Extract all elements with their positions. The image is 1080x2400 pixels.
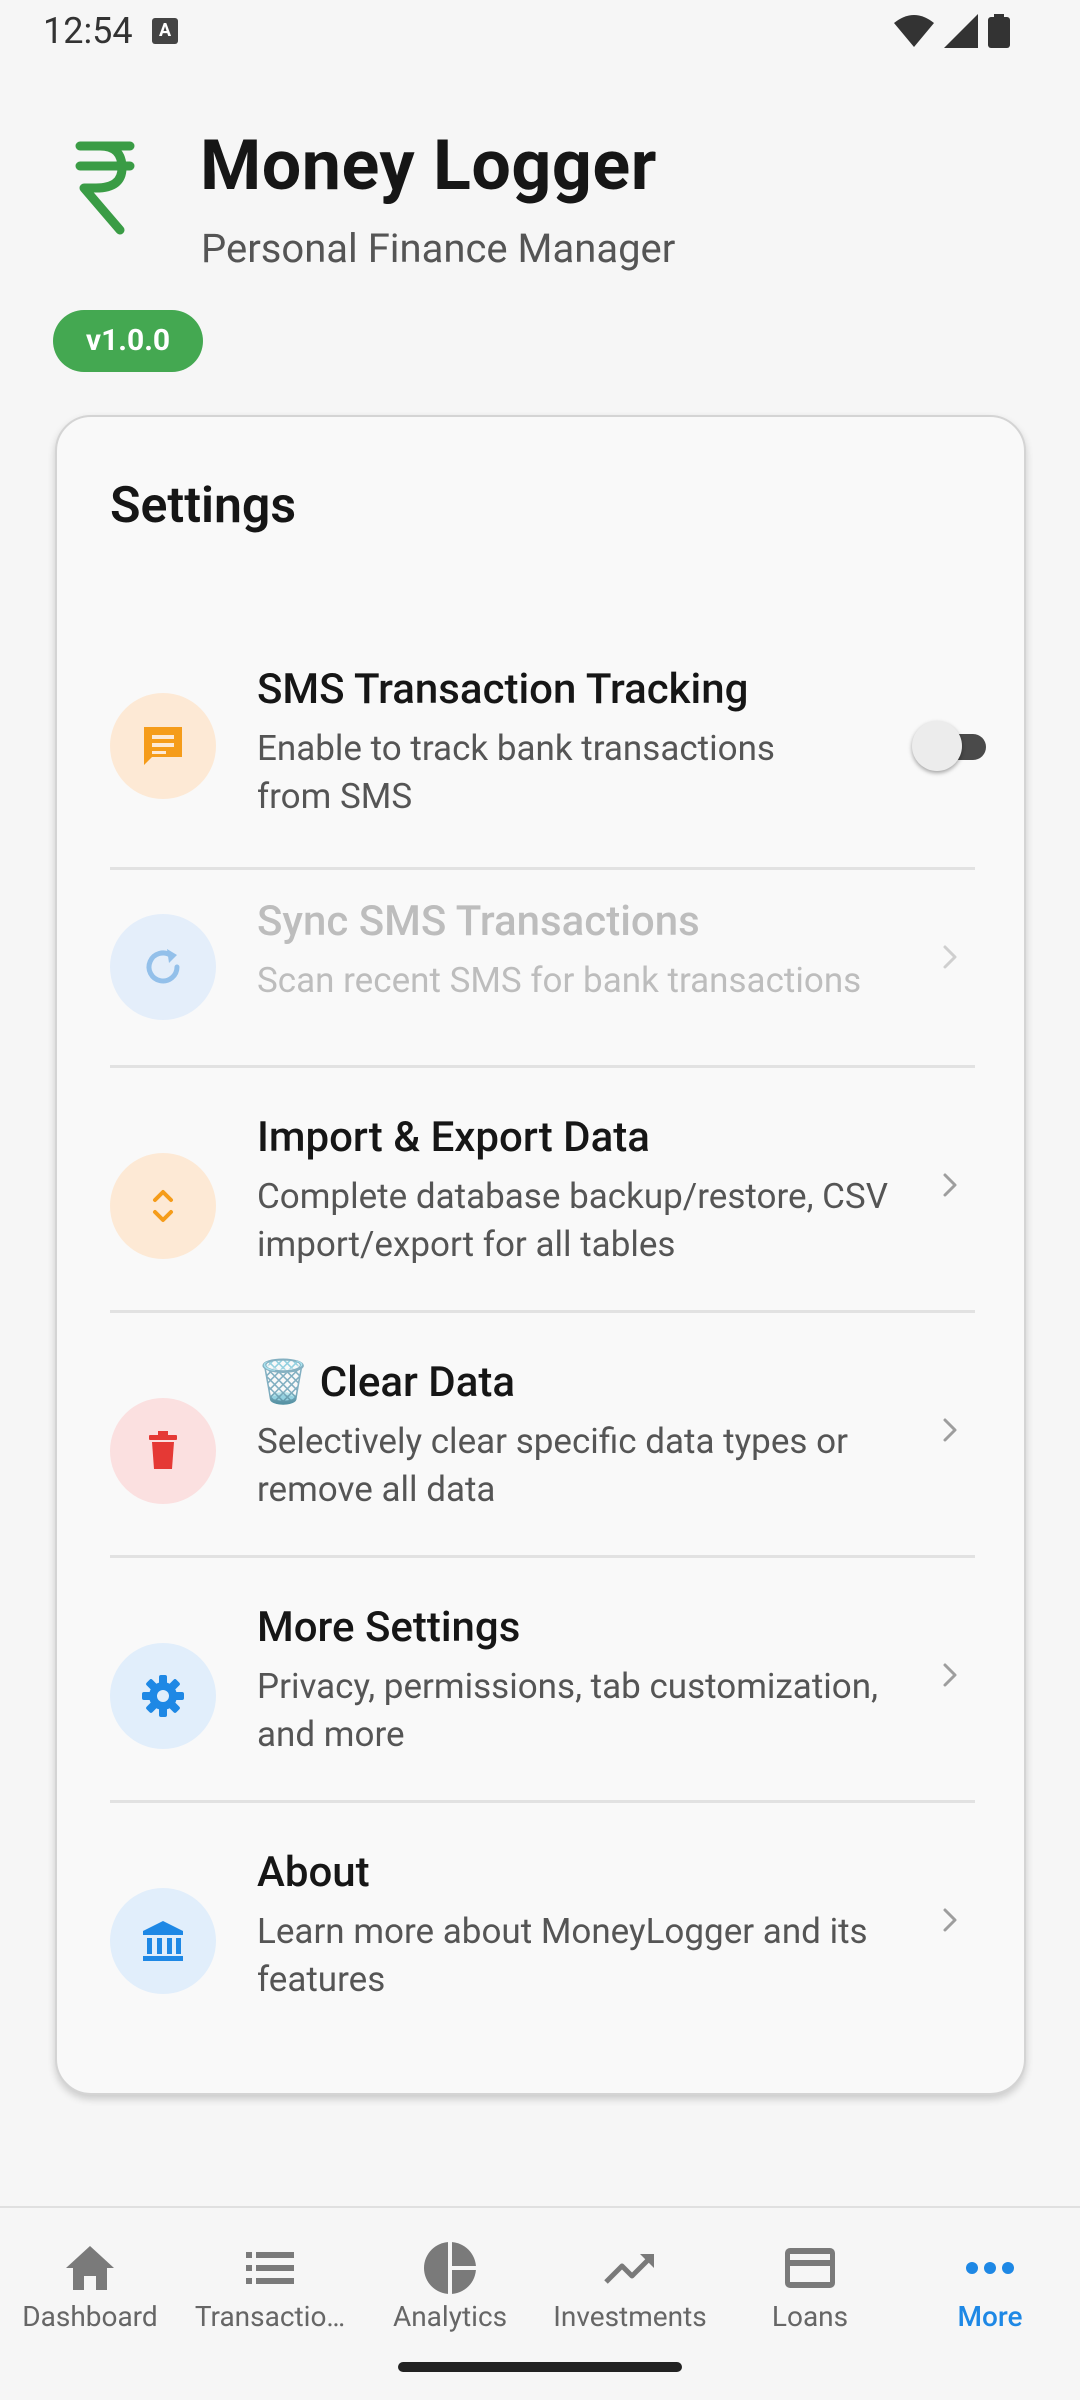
app-subtitle: Personal Finance Manager [201, 225, 676, 272]
import-export-row[interactable]: Import & Export Data Complete database b… [110, 1113, 975, 1273]
nav-label: Investments [553, 2300, 707, 2333]
battery-icon [988, 14, 1010, 48]
home-indicator[interactable] [398, 2362, 682, 2372]
settings-card: Settings SMS Transaction Tracking Enable… [55, 415, 1026, 2095]
about-desc: Learn more about MoneyLogger and its fea… [257, 1911, 868, 2000]
sync-sms-desc: Scan recent SMS for bank transactions [257, 960, 862, 1001]
chevron-right-icon [943, 1173, 957, 1197]
version-badge: v1.0.0 [53, 310, 203, 372]
nav-more[interactable]: More [900, 2208, 1080, 2358]
nav-label: Analytics [392, 2300, 508, 2333]
sms-tracking-desc: Enable to track bank transactions from S… [257, 728, 775, 817]
nav-label: More [957, 2300, 1023, 2333]
more-icon [966, 2262, 1014, 2274]
status-time: 12:54 [43, 10, 133, 52]
nav-dashboard[interactable]: Dashboard [0, 2208, 180, 2358]
divider [110, 1800, 975, 1803]
divider [110, 1310, 975, 1313]
nav-label: Loans [771, 2300, 849, 2333]
import-export-title: Import & Export Data [257, 1113, 650, 1162]
chevron-right-icon [943, 1418, 957, 1442]
sync-sms-title: Sync SMS Transactions [257, 897, 700, 946]
status-bar: 12:54 A [0, 0, 1080, 64]
chevron-right-icon [943, 1908, 957, 1932]
trash-icon [110, 1398, 216, 1504]
home-icon [66, 2246, 114, 2290]
sms-tracking-row[interactable]: SMS Transaction Tracking Enable to track… [110, 665, 986, 825]
more-settings-desc: Privacy, permissions, tab customization,… [257, 1666, 878, 1755]
clear-data-desc: Selectively clear specific data types or… [257, 1421, 848, 1510]
rupee-icon [75, 141, 135, 235]
notification-icon: A [152, 18, 178, 44]
divider [110, 1065, 975, 1068]
divider [110, 1555, 975, 1558]
sms-tracking-toggle[interactable] [912, 721, 992, 771]
clear-data-row[interactable]: 🗑️ Clear Data Selectively clear specific… [110, 1358, 975, 1518]
clear-data-title: 🗑️ Clear Data [257, 1358, 515, 1407]
nav-loans[interactable]: Loans [720, 2208, 900, 2358]
chevron-right-icon [943, 1663, 957, 1687]
nav-investments[interactable]: Investments [540, 2208, 720, 2358]
more-settings-row[interactable]: More Settings Privacy, permissions, tab … [110, 1603, 975, 1763]
wifi-icon [894, 15, 934, 47]
sms-tracking-title: SMS Transaction Tracking [257, 665, 749, 714]
credit-card-icon [785, 2248, 835, 2288]
refresh-icon [110, 914, 216, 1020]
about-row[interactable]: About Learn more about MoneyLogger and i… [110, 1848, 975, 2008]
import-export-icon [110, 1153, 216, 1259]
trending-up-icon [604, 2254, 654, 2284]
list-icon [246, 2252, 294, 2284]
settings-title: Settings [110, 477, 297, 535]
signal-icon [944, 14, 978, 48]
bank-icon [110, 1888, 216, 1994]
message-icon [110, 693, 216, 799]
sync-sms-row[interactable]: Sync SMS Transactions Scan recent SMS fo… [110, 897, 975, 1020]
import-export-desc: Complete database backup/restore, CSV im… [257, 1176, 888, 1265]
toggle-thumb [912, 721, 962, 771]
status-icons [894, 14, 1010, 48]
nav-transactions[interactable]: Transactio… [180, 2208, 360, 2358]
nav-analytics[interactable]: Analytics [360, 2208, 540, 2358]
nav-label: Dashboard [22, 2300, 158, 2333]
chevron-right-icon [943, 945, 957, 969]
more-settings-title: More Settings [257, 1603, 521, 1652]
about-title: About [257, 1848, 370, 1897]
gear-icon [110, 1643, 216, 1749]
divider [110, 867, 975, 870]
app-title: Money Logger [200, 125, 657, 207]
pie-chart-icon [424, 2242, 476, 2294]
nav-label: Transactio… [194, 2300, 346, 2333]
